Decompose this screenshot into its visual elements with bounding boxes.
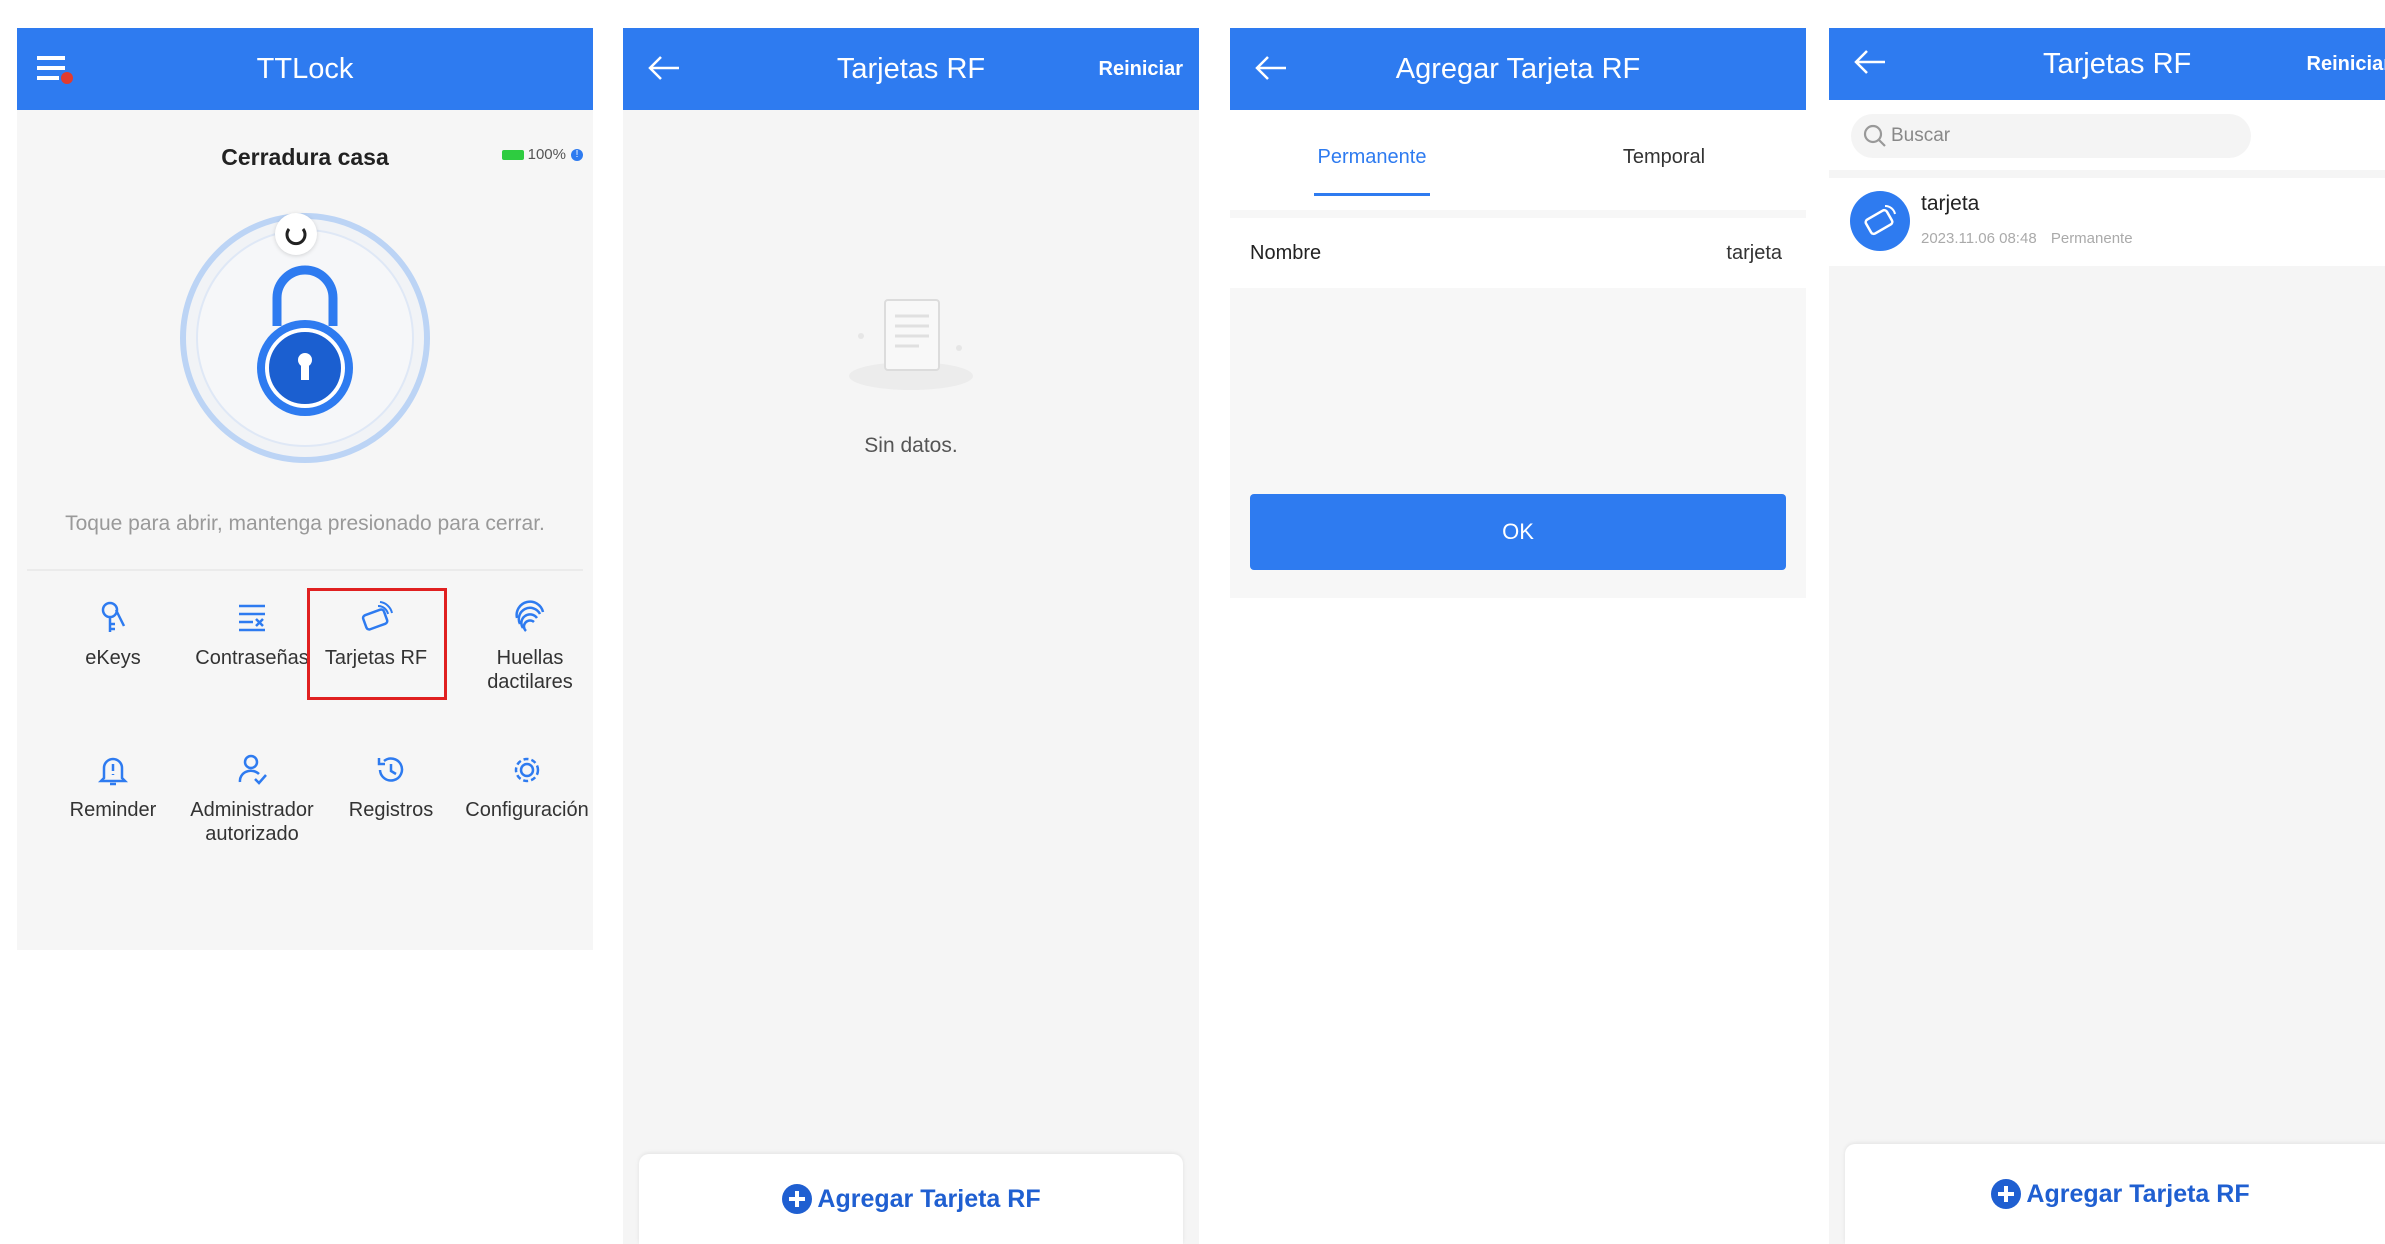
sync-icon[interactable] — [275, 213, 317, 255]
tab-temporal-label: Temporal — [1622, 146, 1706, 168]
add-rf-card-button[interactable]: Agregar Tarjeta RF — [1845, 1144, 2385, 1244]
admin-user-icon — [238, 754, 267, 785]
menu-reminder-label: Reminder — [69, 799, 157, 821]
gear-icon — [514, 757, 540, 783]
rf-card-avatar-icon — [1850, 191, 1910, 251]
name-field-label: Nombre — [1250, 242, 1322, 264]
reset-button[interactable]: Reiniciar — [1099, 28, 1183, 110]
menu-ekeys[interactable]: eKeys — [48, 600, 178, 670]
menu-reminder[interactable]: Reminder — [48, 752, 178, 822]
menu-passwords[interactable]: Contraseñas — [187, 600, 317, 670]
search-icon — [1863, 124, 1886, 147]
menu-rf-cards[interactable]: Tarjetas RF — [311, 600, 441, 670]
menu-settings[interactable]: Configuración — [457, 752, 593, 822]
rf-card-icon — [361, 601, 393, 631]
divider — [27, 569, 583, 571]
tab-permanent-label: Permanente — [1317, 146, 1427, 168]
add-rf-card-label: Agregar Tarjeta RF — [2026, 1179, 2250, 1208]
add-circle-icon — [782, 1184, 813, 1214]
menu-records-label: Registros — [348, 799, 434, 821]
add-rf-card-label: Agregar Tarjeta RF — [817, 1184, 1041, 1213]
menu-fingerprints[interactable]: Huellas dactilares — [465, 600, 593, 694]
menu-ekeys-label: eKeys — [85, 647, 141, 669]
tab-bar: Permanente Temporal — [1230, 110, 1806, 210]
ok-button[interactable]: OK — [1250, 494, 1786, 570]
empty-document-icon — [849, 299, 973, 390]
search-placeholder: Buscar — [1891, 125, 1951, 146]
card-list-item[interactable]: tarjeta 2023.11.06 08:48 Permanente — [1829, 178, 2385, 266]
menu-fingerprints-label: Huellas dactilares — [487, 647, 573, 693]
rf-cards-empty-screen: Tarjetas RF Reiniciar Sin datos. Agregar… — [623, 28, 1199, 1244]
lock-hint: Toque para abrir, mantenga presionado pa… — [65, 512, 545, 535]
card-type: Permanente — [2050, 230, 2133, 247]
add-rf-card-screen: Agregar Tarjeta RF Permanente Temporal N… — [1230, 28, 1806, 1244]
card-name: tarjeta — [1921, 192, 1980, 215]
add-circle-icon — [1991, 1179, 2022, 1209]
menu-rf-cards-label: Tarjetas RF — [324, 647, 428, 669]
home-screen: TTLock Cerradura casa 100% ! Toque para … — [17, 28, 593, 950]
name-field-row[interactable]: Nombre tarjeta — [1230, 218, 1806, 288]
add-rf-card-title: Agregar Tarjeta RF — [1395, 53, 1641, 85]
menu-admin-label: Administrador autorizado — [190, 799, 314, 845]
history-icon — [377, 757, 404, 782]
home-header: TTLock — [17, 28, 593, 110]
battery-level: 100% — [527, 146, 566, 163]
card-meta: 2023.11.06 08:48 Permanente — [1921, 230, 2133, 247]
search-bar: Buscar — [1829, 100, 2385, 170]
battery-status: 100% ! — [501, 146, 583, 163]
menu-passwords-label: Contraseñas — [195, 647, 309, 669]
tab-permanent[interactable]: Permanente — [1284, 110, 1460, 210]
name-field-value[interactable]: tarjeta — [1726, 218, 1782, 288]
tab-active-indicator — [1314, 193, 1430, 196]
battery-icon — [501, 149, 524, 160]
key-icon — [101, 601, 126, 632]
tab-temporal[interactable]: Temporal — [1576, 110, 1752, 210]
home-blank-area — [17, 950, 593, 1244]
empty-text: Sin datos. — [864, 434, 958, 457]
rf-cards-list-header: Tarjetas RF Reiniciar — [1829, 28, 2385, 100]
blank-area — [1230, 598, 1806, 1244]
ok-button-label: OK — [1502, 519, 1534, 544]
reset-button[interactable]: Reiniciar — [2307, 28, 2385, 100]
add-rf-card-button[interactable]: Agregar Tarjeta RF — [639, 1154, 1183, 1244]
bell-icon — [97, 757, 129, 786]
password-list-icon — [239, 604, 265, 632]
menu-records[interactable]: Registros — [326, 752, 456, 822]
add-rf-card-header: Agregar Tarjeta RF — [1230, 28, 1806, 110]
rf-cards-header: Tarjetas RF Reiniciar — [623, 28, 1199, 110]
rf-cards-list-title: Tarjetas RF — [2043, 48, 2192, 80]
card-date: 2023.11.06 08:48 — [1921, 230, 2037, 247]
app-title: TTLock — [256, 53, 354, 85]
rf-cards-list-screen: Tarjetas RF Reiniciar Buscar tarjeta 202… — [1829, 28, 2385, 1244]
search-input[interactable]: Buscar — [1851, 114, 2251, 158]
fingerprint-icon — [515, 600, 545, 632]
menu-settings-label: Configuración — [465, 799, 589, 821]
menu-admin[interactable]: Administrador autorizado — [187, 752, 317, 846]
info-icon[interactable]: ! — [571, 148, 583, 161]
